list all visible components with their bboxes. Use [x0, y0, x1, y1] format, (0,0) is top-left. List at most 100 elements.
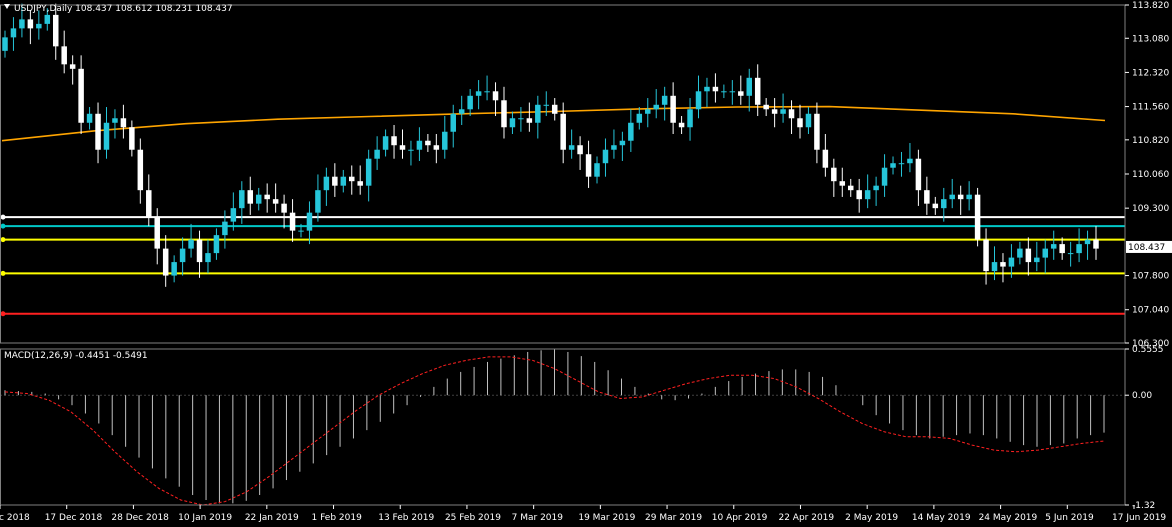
candle-body[interactable]: [425, 140, 431, 146]
candle-body[interactable]: [568, 145, 575, 150]
candle-body[interactable]: [52, 14, 59, 47]
candle-body[interactable]: [687, 109, 693, 128]
candle-body[interactable]: [289, 212, 296, 231]
candle-body[interactable]: [695, 91, 702, 110]
candle-body[interactable]: [1050, 244, 1057, 249]
candle-body[interactable]: [315, 190, 321, 213]
candle-body[interactable]: [518, 118, 524, 120]
candle-body[interactable]: [357, 181, 363, 186]
candle-body[interactable]: [670, 95, 676, 123]
candle-body[interactable]: [239, 190, 245, 209]
candle-body[interactable]: [86, 113, 93, 123]
candle-body[interactable]: [61, 46, 67, 65]
candle-body[interactable]: [678, 122, 685, 128]
candle-body[interactable]: [560, 113, 566, 150]
candle-body[interactable]: [957, 194, 964, 200]
candle-body[interactable]: [196, 239, 203, 263]
candle-body[interactable]: [112, 118, 118, 123]
candle-body[interactable]: [154, 217, 160, 249]
candle-body[interactable]: [729, 91, 736, 93]
candle-body[interactable]: [653, 104, 659, 110]
candle-body[interactable]: [974, 194, 981, 240]
candle-body[interactable]: [1000, 262, 1006, 267]
candle-body[interactable]: [805, 113, 812, 128]
candle-body[interactable]: [442, 131, 448, 150]
candle-body[interactable]: [450, 113, 456, 132]
candle-body[interactable]: [543, 104, 550, 106]
candle-body[interactable]: [1093, 239, 1099, 249]
candle-body[interactable]: [594, 163, 600, 177]
candle-body[interactable]: [264, 194, 270, 200]
candle-body[interactable]: [332, 176, 338, 186]
candle-body[interactable]: [69, 64, 76, 69]
candle-body[interactable]: [738, 91, 744, 96]
candle-body[interactable]: [636, 113, 643, 123]
candle-body[interactable]: [1084, 239, 1091, 245]
candle-body[interactable]: [162, 248, 169, 276]
candle-body[interactable]: [839, 181, 846, 186]
candle-body[interactable]: [475, 91, 482, 96]
candle-body[interactable]: [509, 118, 516, 128]
candle-body[interactable]: [323, 176, 330, 191]
candle-body[interactable]: [712, 86, 719, 92]
candle-body[interactable]: [1017, 248, 1023, 258]
candle-body[interactable]: [881, 167, 888, 186]
candle-body[interactable]: [36, 23, 42, 29]
candle-body[interactable]: [272, 199, 279, 204]
candle-body[interactable]: [467, 95, 473, 110]
candle-body[interactable]: [611, 145, 617, 150]
candle-body[interactable]: [1067, 253, 1074, 255]
candle-body[interactable]: [19, 19, 25, 29]
candle-body[interactable]: [408, 149, 414, 151]
candle-body[interactable]: [374, 149, 380, 159]
candle-body[interactable]: [213, 235, 220, 254]
candle-body[interactable]: [932, 203, 939, 209]
candle-body[interactable]: [898, 163, 905, 165]
candle-body[interactable]: [137, 149, 144, 191]
candle-body[interactable]: [1076, 244, 1082, 254]
candle-body[interactable]: [247, 190, 254, 204]
candle-body[interactable]: [1034, 257, 1040, 263]
candle-body[interactable]: [907, 158, 913, 164]
candle-body[interactable]: [585, 154, 592, 177]
candle-body[interactable]: [628, 122, 634, 141]
candle-body[interactable]: [10, 28, 17, 38]
candle-body[interactable]: [399, 145, 406, 150]
candle-body[interactable]: [179, 248, 186, 263]
candle-body[interactable]: [847, 185, 854, 191]
candle-body[interactable]: [255, 194, 262, 204]
candle-body[interactable]: [391, 136, 397, 146]
candle-body[interactable]: [1042, 248, 1049, 258]
candle-body[interactable]: [551, 104, 558, 114]
candle-body[interactable]: [797, 118, 803, 128]
candle-body[interactable]: [966, 194, 972, 200]
candle-body[interactable]: [171, 262, 177, 276]
candle-body[interactable]: [704, 86, 710, 92]
candle-body[interactable]: [230, 208, 237, 222]
candle-body[interactable]: [492, 91, 499, 101]
candle-body[interactable]: [890, 163, 896, 168]
candle-body[interactable]: [1059, 244, 1065, 254]
candle-body[interactable]: [349, 176, 355, 182]
candle-body[interactable]: [771, 109, 778, 114]
candle-body[interactable]: [983, 239, 989, 272]
candle-body[interactable]: [1008, 257, 1015, 267]
candle-body[interactable]: [991, 262, 998, 272]
candle-body[interactable]: [306, 212, 313, 231]
candle-body[interactable]: [222, 221, 228, 236]
candle-body[interactable]: [120, 118, 127, 128]
candle-body[interactable]: [95, 113, 101, 150]
candle-body[interactable]: [205, 253, 211, 263]
candle-body[interactable]: [645, 109, 651, 114]
candle-body[interactable]: [416, 140, 423, 150]
candle-body[interactable]: [103, 122, 110, 150]
candle-body[interactable]: [941, 199, 947, 209]
candle-body[interactable]: [146, 190, 152, 218]
candle-body[interactable]: [746, 77, 752, 96]
candle-body[interactable]: [949, 194, 955, 200]
candle-body[interactable]: [754, 77, 761, 105]
candle-body[interactable]: [619, 140, 626, 146]
candle-body[interactable]: [814, 113, 820, 150]
candle-body[interactable]: [78, 68, 84, 123]
candle-body[interactable]: [924, 190, 930, 204]
